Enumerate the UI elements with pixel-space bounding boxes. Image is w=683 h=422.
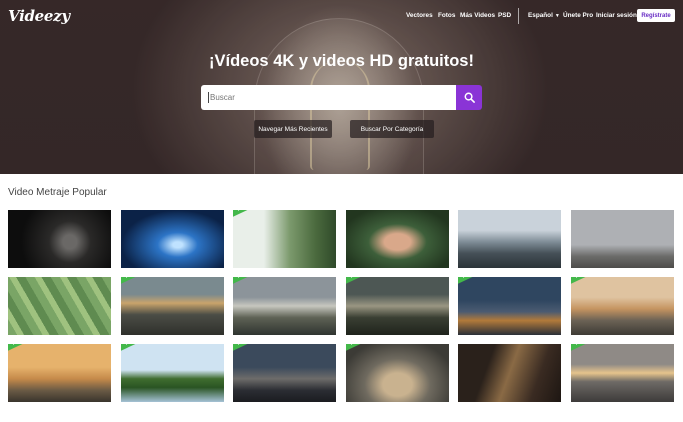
register-button[interactable]: Regístrate — [637, 9, 675, 22]
video-thumbnail[interactable]: PRO — [233, 277, 336, 335]
section-title: Video Metraje Popular — [8, 187, 107, 198]
browse-category-button[interactable]: Buscar Por Categoría — [350, 120, 434, 138]
video-thumbnail[interactable] — [121, 210, 224, 268]
nav-mas-videos[interactable]: Más Videos — [460, 12, 495, 19]
video-thumbnail[interactable]: PRO — [346, 277, 449, 335]
video-thumbnail[interactable] — [8, 210, 111, 268]
nav-divider — [518, 8, 519, 24]
pro-badge: PRO — [121, 344, 146, 352]
pro-badge: PRO — [571, 344, 596, 352]
pro-badge: PRO — [458, 277, 483, 285]
video-thumbnail[interactable]: PRO — [233, 344, 336, 402]
top-navigation: Videezy Vectores Fotos Más Videos PSD Es… — [0, 0, 683, 32]
pro-badge: PRO — [121, 277, 146, 285]
video-thumbnail[interactable] — [346, 210, 449, 268]
nav-pro[interactable]: Únete Pro — [563, 12, 593, 19]
search-input[interactable] — [201, 85, 456, 110]
video-thumbnail[interactable]: PRO — [346, 344, 449, 402]
video-thumbnail[interactable] — [458, 210, 561, 268]
video-thumbnail[interactable]: PRO — [571, 344, 674, 402]
search-icon — [464, 92, 475, 103]
hero-title: ¡Vídeos 4K y videos HD gratuitos! — [209, 52, 474, 70]
pro-badge: PRO — [233, 277, 258, 285]
pro-badge: PRO — [346, 277, 371, 285]
video-thumbnail[interactable]: PRO — [121, 344, 224, 402]
hero-banner: Videezy Vectores Fotos Más Videos PSD Es… — [0, 0, 683, 174]
video-thumbnail[interactable] — [8, 277, 111, 335]
video-thumbnail[interactable] — [571, 210, 674, 268]
pro-badge: PRO — [233, 210, 258, 218]
nav-vectores[interactable]: Vectores — [406, 12, 433, 19]
pro-badge: PRO — [346, 344, 371, 352]
video-thumbnail[interactable] — [458, 344, 561, 402]
video-thumbnail[interactable]: PRO — [571, 277, 674, 335]
browse-recent-button[interactable]: Navegar Más Recientes — [254, 120, 332, 138]
nav-psd[interactable]: PSD — [498, 12, 511, 19]
video-thumbnail[interactable]: PRO — [121, 277, 224, 335]
nav-fotos[interactable]: Fotos — [438, 12, 455, 19]
nav-login[interactable]: Iniciar sesión — [596, 12, 637, 19]
pro-badge: PRO — [571, 277, 596, 285]
video-thumbnail[interactable]: PRO — [233, 210, 336, 268]
search-button[interactable] — [456, 85, 482, 110]
chevron-down-icon: ▼ — [554, 13, 560, 19]
text-cursor — [208, 92, 209, 103]
videezy-logo[interactable]: Videezy — [8, 7, 70, 25]
language-selector[interactable]: Español ▼ — [528, 12, 560, 19]
pro-badge: PRO — [8, 344, 33, 352]
video-thumbnail[interactable]: PRO — [458, 277, 561, 335]
pro-badge: PRO — [233, 344, 258, 352]
video-thumbnail[interactable]: PRO — [8, 344, 111, 402]
